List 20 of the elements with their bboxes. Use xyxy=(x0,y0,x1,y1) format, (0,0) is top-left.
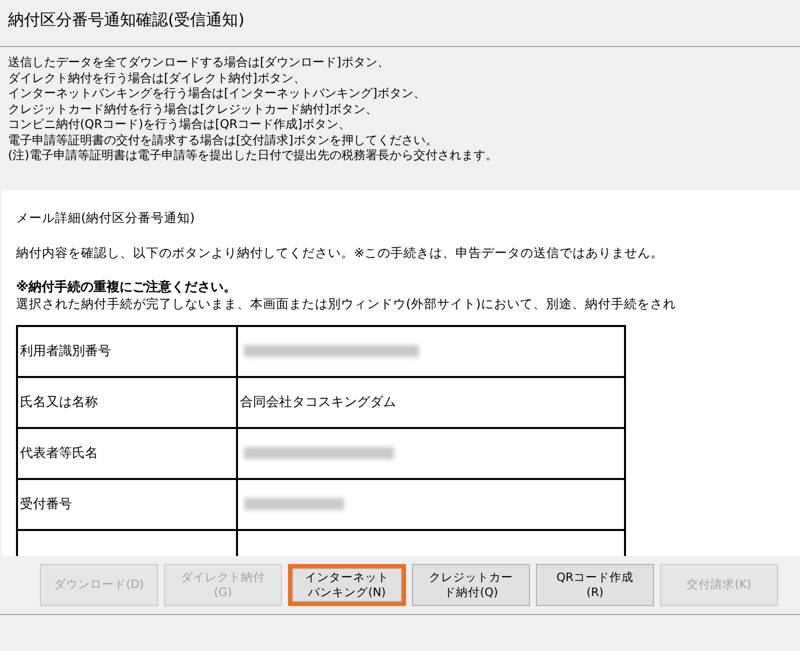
table-label: 利用者識別番号 xyxy=(17,326,237,376)
action-button[interactable]: QRコード作成(R) xyxy=(536,564,654,606)
table-value: 合同会社タコスキングダム xyxy=(237,376,625,428)
warning-title: ※納付手続の重複にご注意ください。 xyxy=(16,278,238,296)
instruction-line: (注)電子申請等証明書は電子申請等を提出した日付で提出先の税務署長から交付されます。 xyxy=(8,148,498,164)
mail-heading: メール詳細(納付区分番号通知) xyxy=(16,210,196,226)
instruction-line: インターネットバンキングを行う場合は[インターネットバンキング]ボタン、 xyxy=(8,86,426,102)
instruction-line: 電子申請等証明書の交付を請求する場合は[交付請求]ボタンを押してください。 xyxy=(8,132,438,148)
table-label: 受付番号 xyxy=(17,478,237,530)
warning-text: 選択された納付手続が完了しないまま、本画面または別ウィンドウ(外部サイト)において、別途、納付手続をされ xyxy=(16,296,677,312)
instruction-line: 送信したデータを全てダウンロードする場合は[ダウンロード]ボタン、 xyxy=(8,55,390,70)
action-button[interactable]: クレジットカード納付(Q) xyxy=(412,564,530,606)
instruction-line: コンビニ納付(QRコード)を行う場合は[QRコード作成]ボタン、 xyxy=(8,117,352,132)
window-title: 納付区分番号通知確認(受信通知) xyxy=(7,9,246,31)
table-label: 氏名又は名称 xyxy=(17,376,237,428)
action-button[interactable]: インターネットバンキング(N) xyxy=(288,564,406,606)
instruction-line: ダイレクト納付を行う場合は[ダイレクト納付]ボタン、 xyxy=(8,70,306,86)
table-label: 代表者等氏名 xyxy=(17,428,237,478)
payment-notice: 納付内容を確認し、以下のボタンより納付してください。※この手続きは、申告データの送信ではありません。 xyxy=(16,244,664,262)
instruction-line: クレジットカード納付を行う場合は[クレジットカード納付]ボタン、 xyxy=(8,102,378,117)
